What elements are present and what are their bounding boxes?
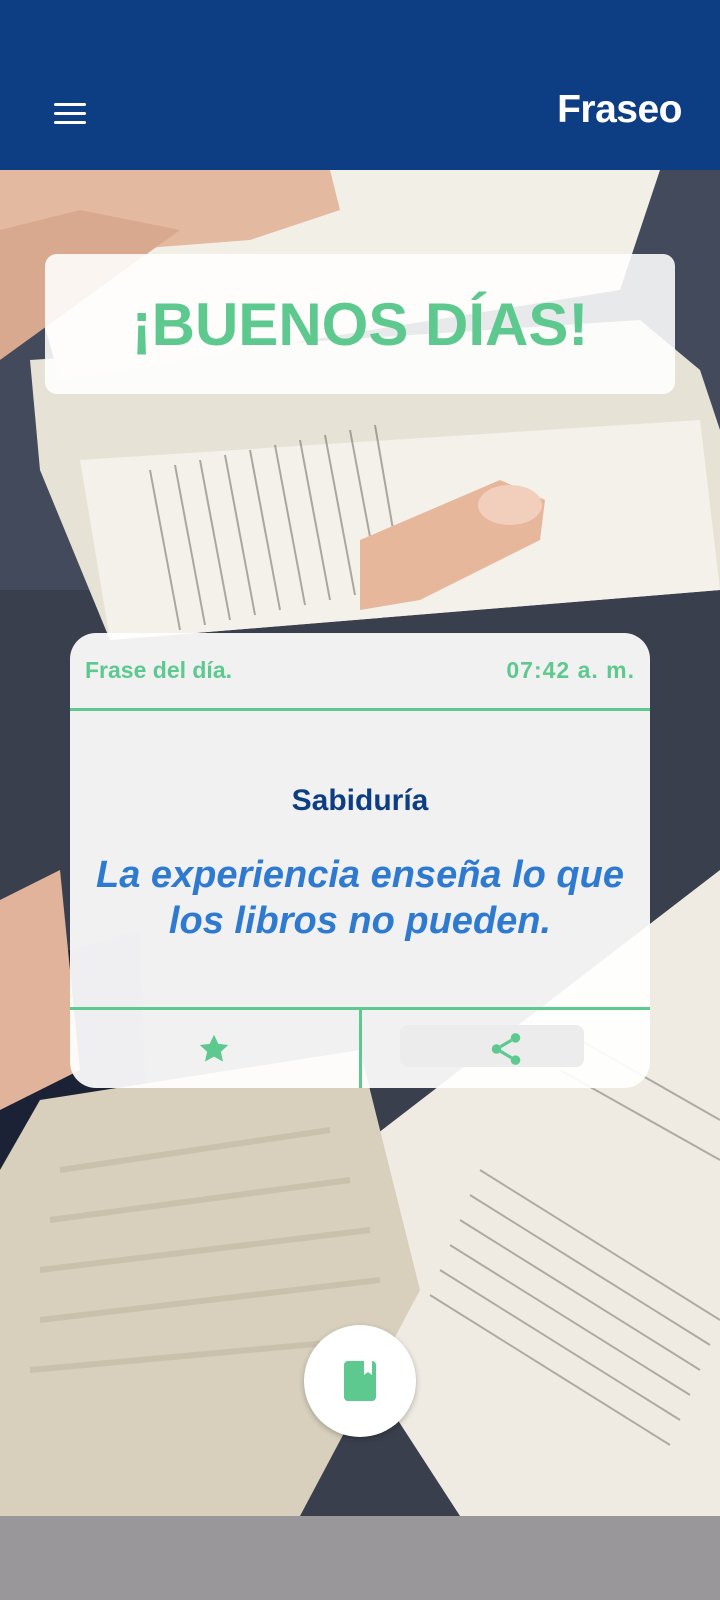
book-icon — [344, 1361, 376, 1401]
greeting-text: ¡BUENOS DÍAS! — [131, 290, 589, 358]
quote-text: La experiencia enseña lo que los libros … — [96, 854, 624, 942]
share-icon — [491, 1033, 520, 1065]
menu-icon[interactable] — [52, 100, 92, 130]
card-body: Sabiduría La experiencia enseña lo que l… — [70, 714, 650, 1007]
star-icon — [200, 1034, 229, 1062]
card-label: Frase del día. — [85, 657, 233, 683]
app-bar: Fraseo — [0, 0, 720, 170]
card-header: Frase del día. 07:42 a. m. — [70, 633, 650, 711]
card-actions — [70, 1007, 650, 1088]
quote-category: Sabiduría — [291, 784, 429, 817]
greeting-banner: ¡BUENOS DÍAS! — [45, 254, 675, 394]
quote-card: Frase del día. 07:42 a. m. Sabiduría La … — [70, 633, 650, 1088]
bottom-navigation-bar — [0, 1516, 720, 1600]
app-title: Fraseo — [557, 88, 682, 131]
book-fab-button[interactable] — [304, 1325, 416, 1437]
favorite-button[interactable] — [70, 1010, 362, 1088]
card-time: 07:42 a. m. — [506, 657, 635, 683]
share-button[interactable] — [362, 1010, 651, 1088]
